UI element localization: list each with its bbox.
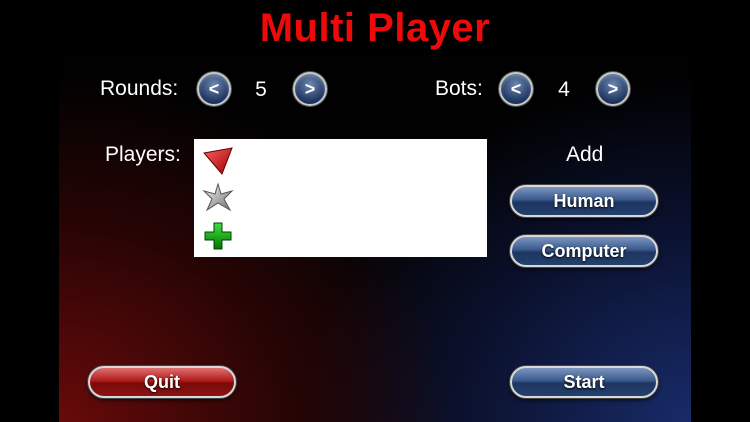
page-title: Multi Player [259,6,491,50]
chevron-right-icon: > [607,78,619,99]
game-screen: Multi Player Rounds: < 5 > Bots: < 4 > P… [59,0,691,422]
quit-button[interactable]: Quit [88,366,236,398]
add-human-button[interactable]: Human [510,185,658,217]
start-button[interactable]: Start [510,366,658,398]
silver-star-icon[interactable] [202,182,234,214]
add-computer-button[interactable]: Computer [510,235,658,267]
rounds-label: Rounds: [100,77,179,100]
rounds-increase-button[interactable]: > [293,72,327,106]
bots-increase-button[interactable]: > [596,72,630,106]
players-list[interactable] [194,139,487,257]
chevron-left-icon: < [208,78,220,99]
players-label: Players: [105,143,181,166]
add-label: Add [566,143,604,166]
rounds-value: 5 [255,78,267,101]
chevron-left-icon: < [510,78,522,99]
rounds-decrease-button[interactable]: < [197,72,231,106]
chevron-right-icon: > [304,78,316,99]
green-cross-icon[interactable] [202,220,234,252]
bots-label: Bots: [435,77,483,100]
red-triangle-icon[interactable] [202,145,234,177]
bots-decrease-button[interactable]: < [499,72,533,106]
bots-value: 4 [558,78,570,101]
